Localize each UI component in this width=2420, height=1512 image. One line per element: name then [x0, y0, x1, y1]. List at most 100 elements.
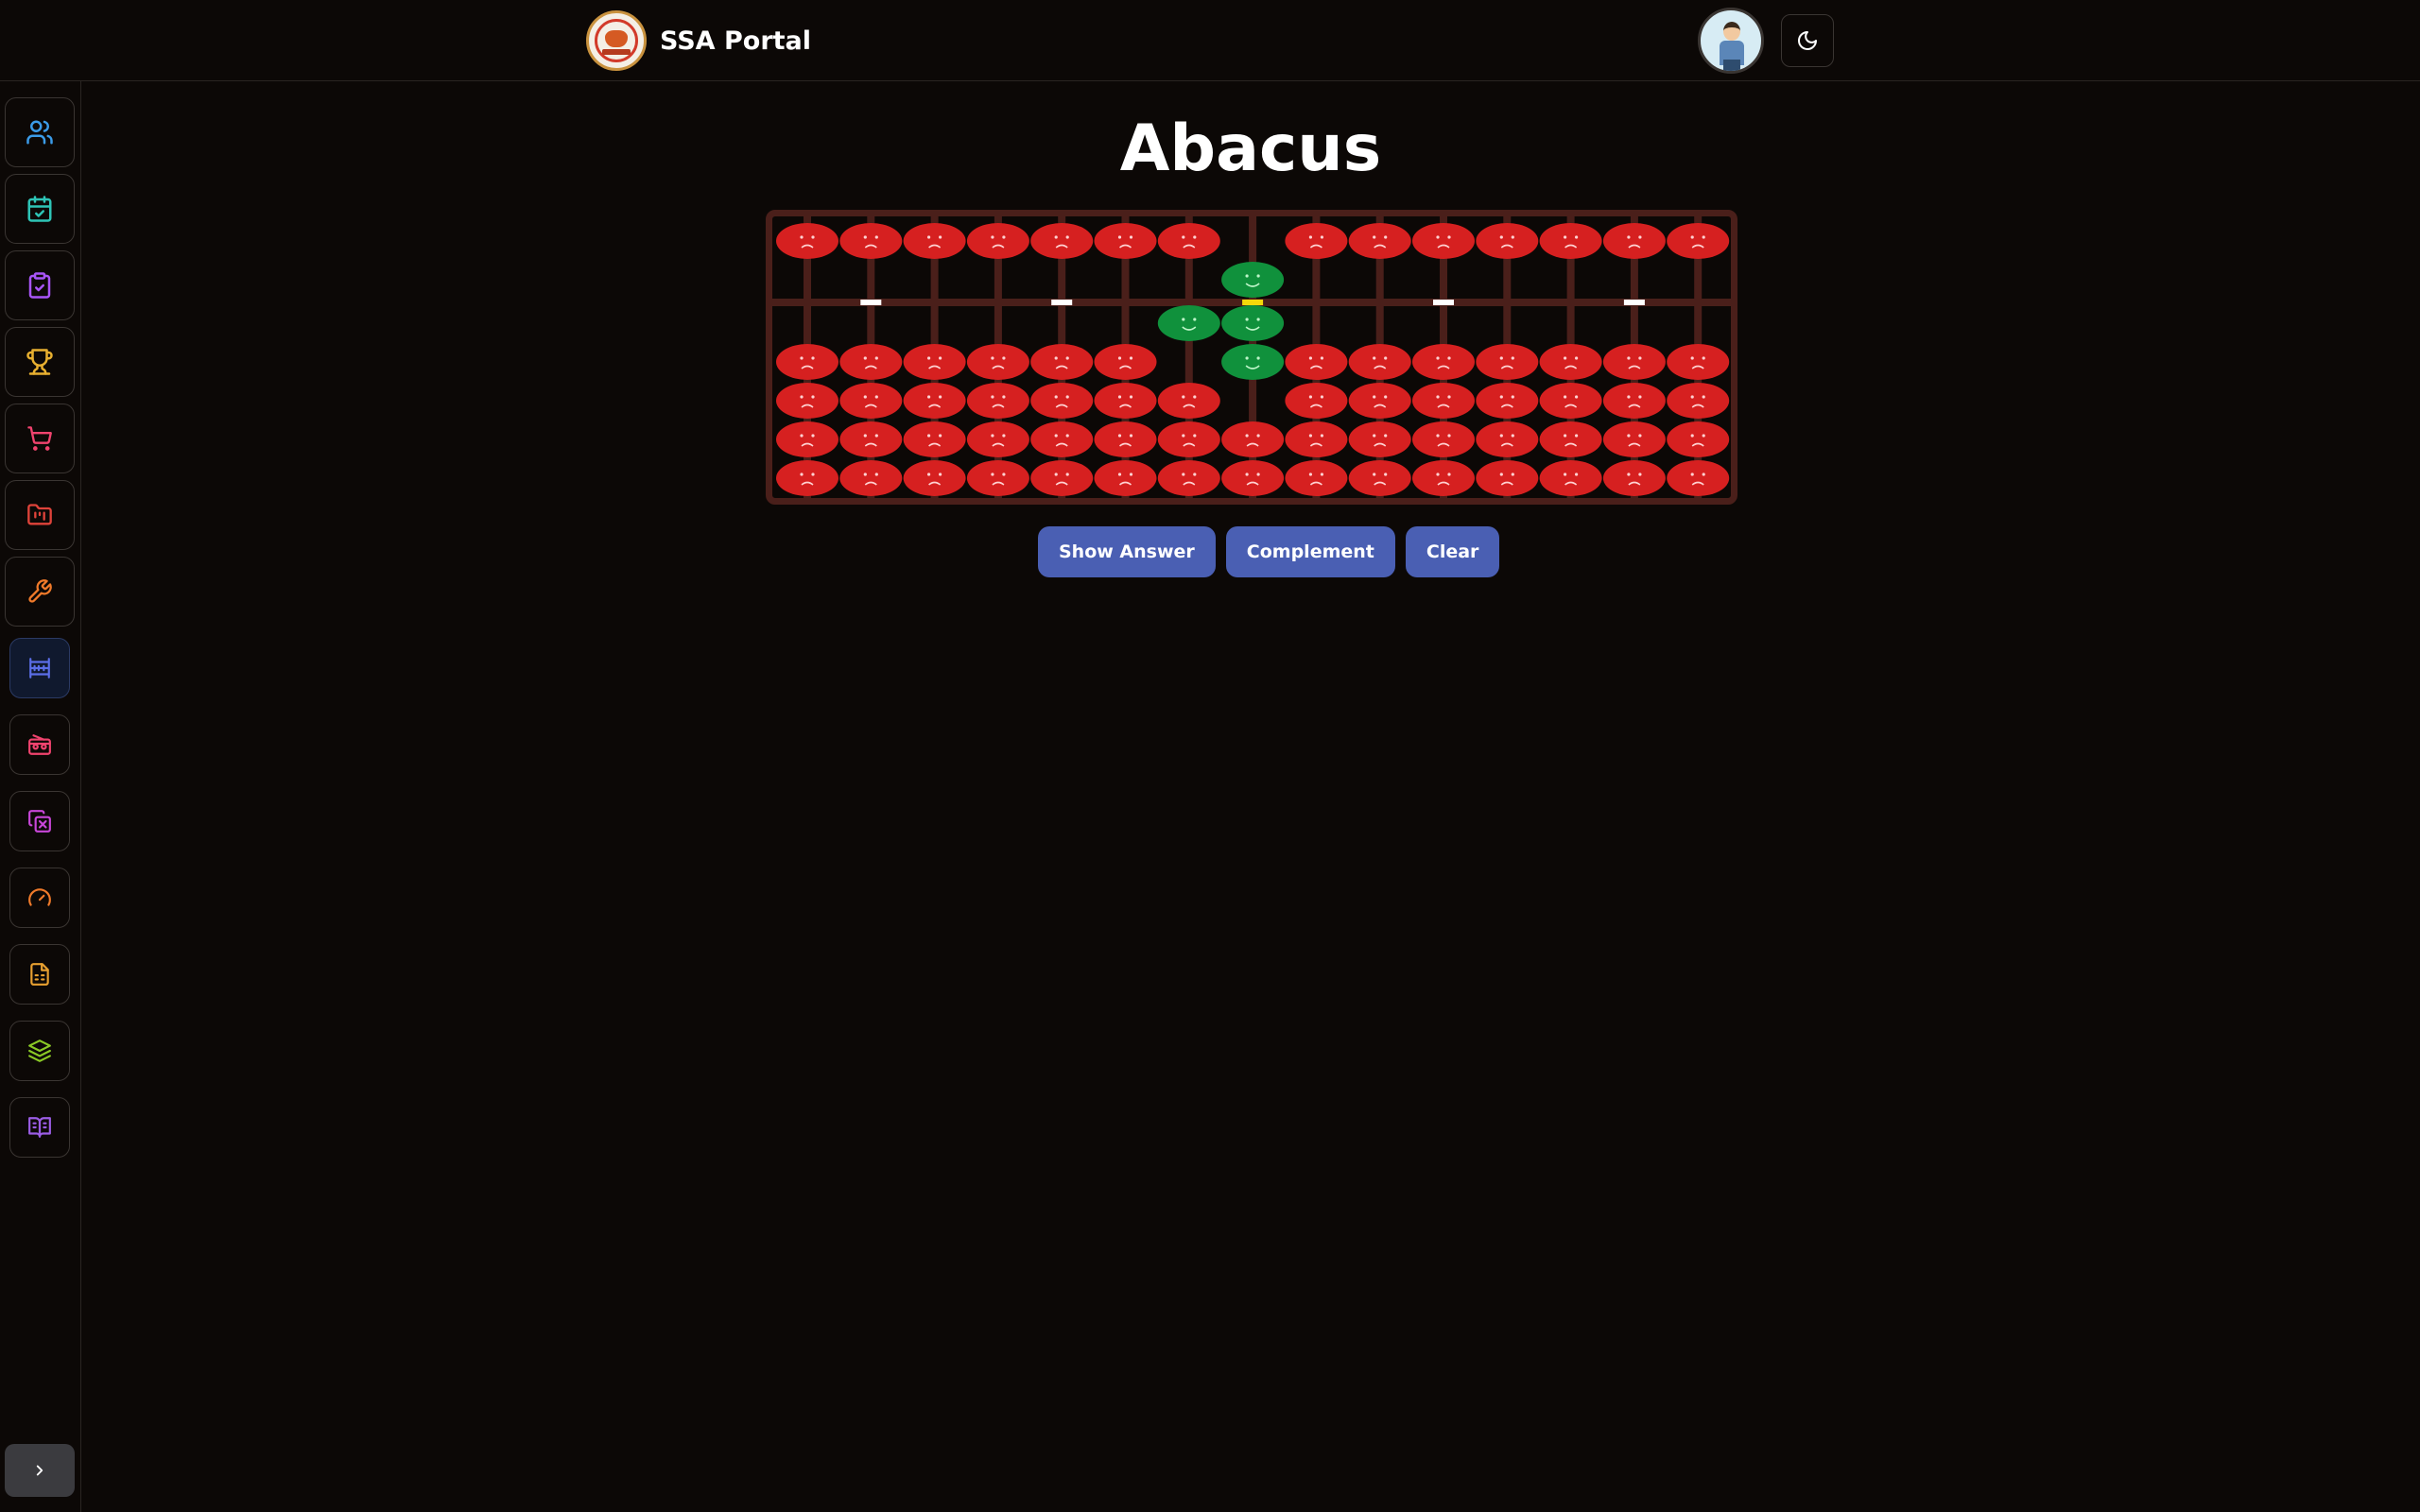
upper-bead[interactable] [1667, 223, 1730, 259]
lower-bead[interactable] [839, 344, 903, 380]
sidebar-item-reading[interactable] [9, 1097, 70, 1158]
lower-bead[interactable] [839, 460, 903, 496]
sidebar-item-tools[interactable] [5, 557, 75, 627]
lower-bead[interactable] [1285, 383, 1348, 419]
lower-bead[interactable] [1285, 344, 1348, 380]
lower-bead[interactable] [776, 344, 838, 380]
lower-bead[interactable] [1667, 383, 1730, 419]
upper-bead[interactable] [1476, 223, 1539, 259]
lower-bead[interactable] [1602, 383, 1666, 419]
theme-toggle-button[interactable] [1781, 14, 1834, 67]
sidebar-item-calendar[interactable] [5, 174, 75, 244]
upper-bead[interactable] [1030, 223, 1094, 259]
lower-bead[interactable] [1602, 460, 1666, 496]
abacus[interactable] [772, 216, 1731, 498]
upper-bead[interactable] [1539, 223, 1602, 259]
sidebar-item-achievements[interactable] [5, 327, 75, 397]
lower-bead[interactable] [1285, 421, 1348, 457]
lower-bead[interactable] [1030, 383, 1094, 419]
upper-bead-active[interactable] [1221, 262, 1285, 298]
sidebar-item-worksheets[interactable] [9, 944, 70, 1005]
sidebar-item-flashcards[interactable] [9, 791, 70, 851]
lower-bead-active[interactable] [1157, 305, 1220, 341]
lower-bead[interactable] [1412, 460, 1475, 496]
lower-bead[interactable] [1412, 383, 1475, 419]
lower-bead[interactable] [1157, 383, 1220, 419]
bead-eye [1575, 356, 1579, 360]
sidebar-item-tasks[interactable] [5, 250, 75, 320]
show-answer-button[interactable]: Show Answer [1038, 526, 1216, 577]
upper-bead[interactable] [1157, 223, 1220, 259]
lower-bead[interactable] [1030, 344, 1094, 380]
lower-bead[interactable] [1602, 344, 1666, 380]
lower-bead[interactable] [1667, 421, 1730, 457]
lower-bead[interactable] [903, 421, 966, 457]
lower-bead[interactable] [1157, 460, 1220, 496]
lower-bead[interactable] [903, 460, 966, 496]
lower-bead[interactable] [1539, 460, 1602, 496]
lower-bead[interactable] [1476, 460, 1539, 496]
lower-bead[interactable] [1602, 421, 1666, 457]
sidebar-expand-button[interactable] [5, 1444, 75, 1497]
lower-bead[interactable] [966, 421, 1029, 457]
upper-bead[interactable] [1412, 223, 1475, 259]
sidebar-item-folders[interactable] [5, 480, 75, 550]
lower-bead[interactable] [1030, 421, 1094, 457]
clear-button[interactable]: Clear [1405, 526, 1500, 577]
sidebar-item-abacus[interactable] [9, 638, 70, 698]
upper-bead[interactable] [1094, 223, 1157, 259]
lower-bead[interactable] [1539, 421, 1602, 457]
lower-bead[interactable] [1476, 421, 1539, 457]
brand[interactable]: SSA Portal [586, 9, 811, 72]
lower-bead[interactable] [1539, 383, 1602, 419]
lower-bead[interactable] [1476, 383, 1539, 419]
lower-bead-active[interactable] [1221, 344, 1285, 380]
lower-bead[interactable] [776, 383, 838, 419]
user-avatar-icon[interactable] [1698, 8, 1764, 74]
lower-bead[interactable] [1094, 421, 1157, 457]
complement-button[interactable]: Complement [1225, 526, 1395, 577]
lower-bead[interactable] [1539, 344, 1602, 380]
upper-bead[interactable] [1285, 223, 1348, 259]
lower-bead[interactable] [839, 383, 903, 419]
lower-bead[interactable] [903, 383, 966, 419]
lower-bead[interactable] [1094, 344, 1157, 380]
lower-bead[interactable] [1348, 383, 1411, 419]
lower-bead[interactable] [1412, 421, 1475, 457]
lower-bead[interactable] [903, 344, 966, 380]
lower-bead[interactable] [966, 460, 1029, 496]
upper-bead[interactable] [839, 223, 903, 259]
upper-bead[interactable] [1348, 223, 1411, 259]
bead-eye [1245, 434, 1249, 438]
lower-bead[interactable] [776, 460, 838, 496]
lower-bead[interactable] [1030, 460, 1094, 496]
lower-bead[interactable] [1094, 383, 1157, 419]
upper-bead[interactable] [1602, 223, 1666, 259]
lower-bead[interactable] [1094, 460, 1157, 496]
lower-bead[interactable] [1348, 460, 1411, 496]
lower-bead[interactable] [1157, 421, 1220, 457]
lower-bead[interactable] [1348, 344, 1411, 380]
sidebar-item-radio[interactable] [9, 714, 70, 775]
lower-bead[interactable] [1412, 344, 1475, 380]
lower-bead[interactable] [776, 421, 838, 457]
lower-bead[interactable] [966, 383, 1029, 419]
sidebar-item-speed[interactable] [9, 868, 70, 928]
lower-bead[interactable] [1285, 460, 1348, 496]
upper-bead[interactable] [776, 223, 838, 259]
upper-bead[interactable] [966, 223, 1029, 259]
sidebar-item-shop[interactable] [5, 404, 75, 473]
lower-bead[interactable] [1667, 460, 1730, 496]
lower-bead-active[interactable] [1221, 305, 1285, 341]
sidebar-item-levels[interactable] [9, 1021, 70, 1081]
lower-bead[interactable] [1348, 421, 1411, 457]
lower-bead[interactable] [1667, 344, 1730, 380]
lower-bead[interactable] [966, 344, 1029, 380]
upper-bead[interactable] [903, 223, 966, 259]
lower-bead[interactable] [1221, 460, 1285, 496]
lower-bead[interactable] [1221, 421, 1285, 457]
lower-bead[interactable] [839, 421, 903, 457]
abacus-actions: Show Answer Complement Clear [1038, 526, 1500, 577]
sidebar-item-users[interactable] [5, 97, 75, 167]
lower-bead[interactable] [1476, 344, 1539, 380]
